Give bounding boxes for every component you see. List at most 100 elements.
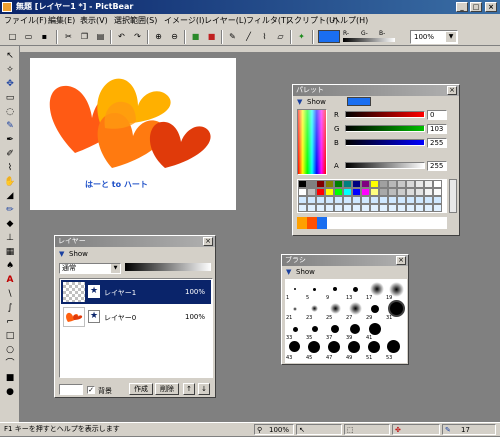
eraser-icon[interactable]: ◆ bbox=[3, 218, 17, 230]
lasso-icon[interactable]: ◌ bbox=[3, 106, 17, 118]
pencil-icon[interactable]: ✎ bbox=[3, 120, 17, 132]
copy-icon[interactable]: ❐ bbox=[78, 30, 91, 43]
image-icon[interactable]: ■ bbox=[189, 30, 202, 43]
smudge-icon[interactable]: ◢ bbox=[3, 190, 17, 202]
cut-icon[interactable]: ✂ bbox=[62, 30, 75, 43]
chevron-down-icon[interactable]: ▼ bbox=[446, 32, 456, 42]
brush-close-button[interactable]: × bbox=[396, 256, 406, 265]
layer-close-button[interactable]: × bbox=[203, 237, 213, 246]
undo-icon[interactable]: ↶ bbox=[115, 30, 128, 43]
alpha-slider[interactable] bbox=[345, 162, 425, 169]
eraser-icon[interactable]: ▱ bbox=[274, 30, 287, 43]
foreground-color-swatch[interactable] bbox=[318, 30, 340, 43]
brush-title-bar[interactable]: ブラシ bbox=[282, 255, 408, 266]
color-spectrum-picker[interactable] bbox=[297, 109, 327, 175]
open-folder-icon[interactable]: ▭ bbox=[22, 30, 35, 43]
red-value-field[interactable]: 0 bbox=[427, 110, 447, 120]
red-slider[interactable] bbox=[345, 111, 425, 118]
select-arrow-icon[interactable]: ↖ bbox=[3, 50, 17, 62]
line-icon[interactable]: \ bbox=[3, 288, 17, 300]
palette-collapse-icon[interactable]: ▼ bbox=[297, 98, 302, 106]
b-label: B- bbox=[379, 30, 386, 37]
menu-image[interactable]: イメージ(I) bbox=[164, 14, 204, 28]
swatch-grid[interactable] bbox=[297, 179, 447, 213]
menu-script[interactable]: スクリプト(U) bbox=[286, 14, 338, 28]
paste-icon[interactable]: ▤ bbox=[94, 30, 107, 43]
stamp-icon[interactable]: ⊥ bbox=[3, 232, 17, 244]
save-icon[interactable]: ▪ bbox=[38, 30, 51, 43]
maximize-button[interactable]: □ bbox=[470, 2, 482, 12]
status-selection-field: ⬚ bbox=[344, 424, 390, 435]
chevron-down-icon[interactable]: ▼ bbox=[111, 264, 120, 273]
green-slider[interactable] bbox=[345, 125, 425, 132]
brush-size-label: 43 bbox=[286, 355, 293, 361]
gradient-icon[interactable]: ▦ bbox=[3, 246, 17, 258]
pen-icon[interactable]: ✒ bbox=[3, 134, 17, 146]
zoom-out-icon[interactable]: ⊖ bbox=[168, 30, 181, 43]
brush-size-label: 35 bbox=[306, 335, 313, 341]
polyline-icon[interactable]: ⌐ bbox=[3, 316, 17, 328]
create-layer-button[interactable]: 作成 bbox=[129, 383, 153, 395]
delete-layer-button[interactable]: 削除 bbox=[155, 383, 179, 395]
fill-bucket-icon[interactable]: ♠ bbox=[3, 260, 17, 272]
layer-panel: レイヤー × ▼ Show 通常 ▼ ★ レイヤー1 100% ★ レイヤー0 … bbox=[54, 235, 216, 398]
blend-mode-select[interactable]: 通常 ▼ bbox=[59, 263, 121, 274]
magic-wand-icon[interactable]: ✧ bbox=[3, 64, 17, 76]
blue-value-field[interactable]: 255 bbox=[427, 138, 447, 148]
airbrush-icon[interactable]: ✐ bbox=[3, 148, 17, 160]
rect-select-icon[interactable]: ▭ bbox=[3, 92, 17, 104]
palette-close-button[interactable]: × bbox=[447, 86, 457, 95]
dropper-icon[interactable]: ⌇ bbox=[3, 162, 17, 174]
brush-icon[interactable]: ✎ bbox=[226, 30, 239, 43]
fill-color-icon[interactable]: ■ bbox=[205, 30, 218, 43]
alpha-value-field[interactable]: 255 bbox=[427, 161, 447, 171]
rectangle-icon[interactable]: □ bbox=[3, 330, 17, 342]
recent-colors-strip[interactable] bbox=[297, 217, 447, 229]
layer-up-button[interactable]: ↑ bbox=[183, 383, 195, 395]
star-icon[interactable]: ★ bbox=[88, 285, 100, 298]
menu-edit[interactable]: 編集(E) bbox=[48, 14, 75, 28]
blue-slider[interactable] bbox=[345, 139, 425, 146]
menu-filter[interactable]: フィルタ(T) bbox=[246, 14, 289, 28]
star-icon[interactable]: ★ bbox=[88, 310, 100, 323]
brush-collapse-icon[interactable]: ▼ bbox=[286, 268, 291, 276]
opacity-slider[interactable] bbox=[125, 263, 211, 271]
brush-grid[interactable]: 1 5 9 13 17 19 21 23 25 27 29 31 33 35 3… bbox=[285, 279, 407, 363]
redo-icon[interactable]: ↷ bbox=[131, 30, 144, 43]
tool-palette: ↖ ✧ ✥ ▭ ◌ ✎ ✒ ✐ ⌇ ✋ ◢ ✏ ◆ ⊥ ▦ ♠ A \ ∫ ⌐ … bbox=[0, 46, 20, 422]
menu-file[interactable]: ファイル(F) bbox=[4, 14, 47, 28]
move-icon[interactable]: ✥ bbox=[3, 78, 17, 90]
menu-view[interactable]: 表示(V) bbox=[80, 14, 108, 28]
dropper-icon[interactable]: ⌇ bbox=[258, 30, 271, 43]
layer-down-button[interactable]: ↓ bbox=[198, 383, 210, 395]
text-icon[interactable]: A bbox=[3, 274, 17, 286]
close-button[interactable]: × bbox=[485, 2, 497, 12]
curve-icon[interactable]: ∫ bbox=[3, 302, 17, 314]
layer-row[interactable]: ★ レイヤー1 100% bbox=[61, 280, 211, 304]
hand-icon[interactable]: ✋ bbox=[3, 176, 17, 188]
new-file-icon[interactable]: □ bbox=[6, 30, 19, 43]
swatch-scrollbar[interactable] bbox=[449, 179, 457, 213]
minimize-button[interactable]: _ bbox=[456, 2, 468, 12]
grid-icon[interactable]: ✦ bbox=[295, 30, 308, 43]
zoom-in-icon[interactable]: ⊕ bbox=[152, 30, 165, 43]
filled-ellipse-icon[interactable]: ● bbox=[3, 386, 17, 398]
brush-size-label: 5 bbox=[306, 295, 310, 301]
menu-layer[interactable]: レイヤー(L) bbox=[204, 14, 246, 28]
brush-icon[interactable]: ✏ bbox=[3, 204, 17, 216]
line-icon[interactable]: ╱ bbox=[242, 30, 255, 43]
layer-color-field[interactable] bbox=[59, 384, 83, 395]
menu-selection[interactable]: 選択範囲(S) bbox=[114, 14, 157, 28]
filled-rectangle-icon[interactable]: ■ bbox=[3, 372, 17, 384]
zoom-select[interactable]: 100% ▼ bbox=[410, 30, 458, 44]
image-canvas[interactable]: はーと to ハート bbox=[30, 58, 236, 210]
layer-collapse-icon[interactable]: ▼ bbox=[59, 250, 64, 258]
ellipse-icon[interactable]: ○ bbox=[3, 344, 17, 356]
layer-row[interactable]: ★ レイヤー0 100% bbox=[61, 305, 211, 329]
background-checkbox[interactable]: ✓ bbox=[87, 386, 95, 394]
freeform-icon[interactable]: ⌒ bbox=[3, 358, 17, 370]
menu-help[interactable]: ヘルプ(H) bbox=[332, 14, 368, 28]
palette-title-bar[interactable]: パレット bbox=[293, 85, 459, 96]
layer-title-bar[interactable]: レイヤー bbox=[55, 236, 215, 247]
green-value-field[interactable]: 103 bbox=[427, 124, 447, 134]
